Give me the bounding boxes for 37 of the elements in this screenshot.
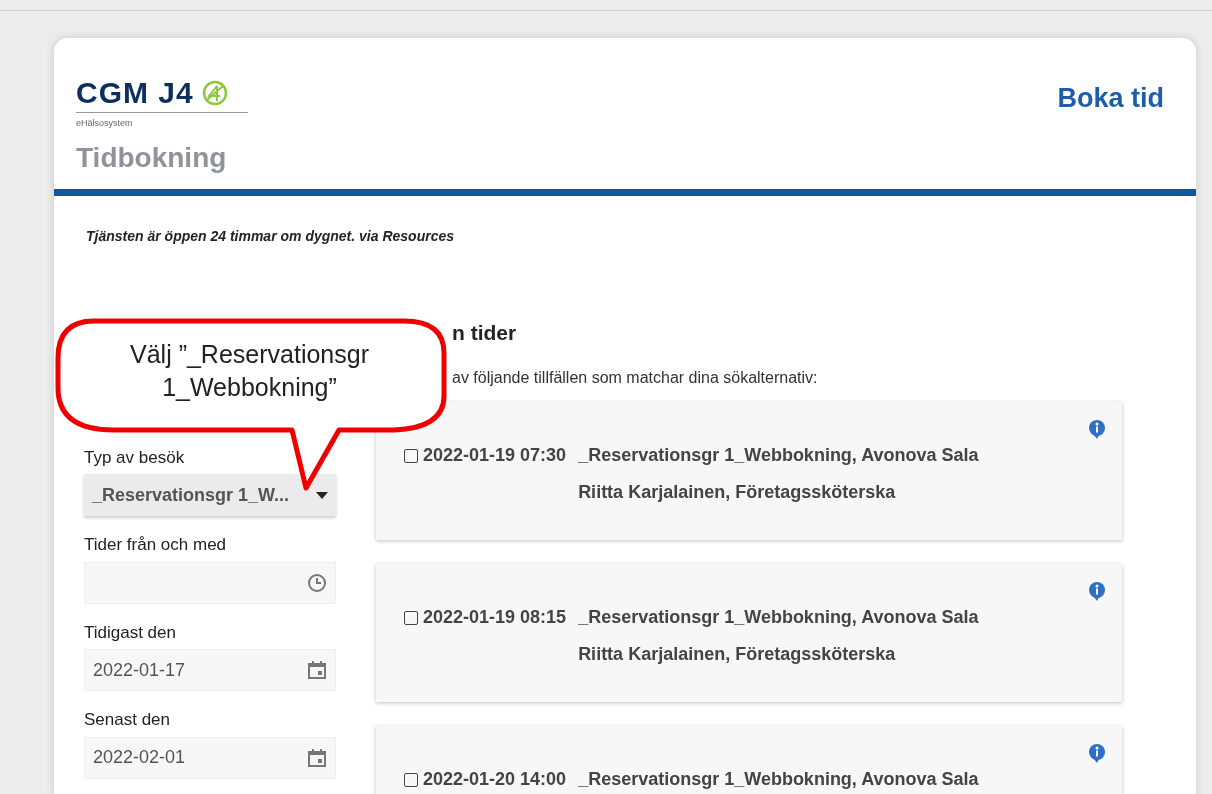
date-field[interactable]: 2022-01-17: [84, 649, 336, 691]
notice-text: Tjänsten är öppen 24 timmar om dygnet. via Resources: [85, 226, 455, 246]
slot-datetime: 2022-01-19 08:15: [423, 606, 567, 629]
logo-subtitle: eHälsosystem: [76, 112, 248, 131]
slot-datetime: 2022-01-20 14:00: [423, 768, 567, 791]
info-icon[interactable]: [1086, 580, 1108, 602]
calendar-icon: [307, 747, 327, 768]
visit-type-dropdown[interactable]: _Reservationsgr 1_W...: [84, 474, 336, 516]
info-icon[interactable]: [1086, 418, 1108, 440]
book-link[interactable]: Boka tid: [1057, 78, 1164, 119]
logo-icon: [201, 80, 228, 106]
field-label: Tider från och med: [84, 534, 228, 556]
time-field[interactable]: [84, 561, 336, 604]
date-field[interactable]: 2022-02-01: [84, 736, 336, 779]
slot-staff: Riitta Karjalainen, Företagssköterska: [578, 481, 897, 504]
slot-service: _Reservationsgr 1_Webbokning, Avonova Sala: [578, 444, 979, 467]
results-heading: n tider: [451, 319, 518, 346]
slot-service: _Reservationsgr 1_Webbokning, Avonova Sala: [578, 606, 979, 629]
time-slot-card[interactable]: 2022-01-19 07:30 _Reservationsgr 1_Webbokning, Avonova Sala Riitta Karjalainen, Företagssköterska: [376, 402, 1122, 540]
logo-text: CGM J4: [76, 78, 194, 108]
field-label: Tidigast den: [84, 621, 177, 644]
calendar-icon: [307, 660, 327, 680]
field-label: Senast den: [84, 709, 171, 731]
time-slot-card[interactable]: 2022-01-20 14:00 _Reservationsgr 1_Webbokning, Avonova Sala: [376, 726, 1122, 794]
slot-service: _Reservationsgr 1_Webbokning, Avonova Sala: [578, 768, 979, 791]
time-slot-card[interactable]: 2022-01-19 08:15 _Reservationsgr 1_Webbokning, Avonova Sala Riitta Karjalainen, Företagssköterska: [376, 564, 1122, 702]
slot-checkbox[interactable]: [404, 772, 418, 787]
page-title: Tidbokning: [76, 140, 228, 175]
slot-datetime: 2022-01-19 07:30: [423, 444, 567, 467]
slot-checkbox[interactable]: [404, 610, 418, 625]
callout-text: Välj ”_Reservationsgr 1_Webbokning”: [129, 339, 370, 403]
slot-checkbox[interactable]: [404, 448, 418, 463]
results-intro: av följande tillfällen som matchar dina sökalternativ:: [451, 368, 819, 388]
info-icon[interactable]: [1086, 742, 1108, 764]
field-label: Typ av besök: [84, 446, 186, 469]
clock-icon: [307, 572, 327, 593]
slot-staff: Riitta Karjalainen, Företagssköterska: [578, 643, 897, 666]
